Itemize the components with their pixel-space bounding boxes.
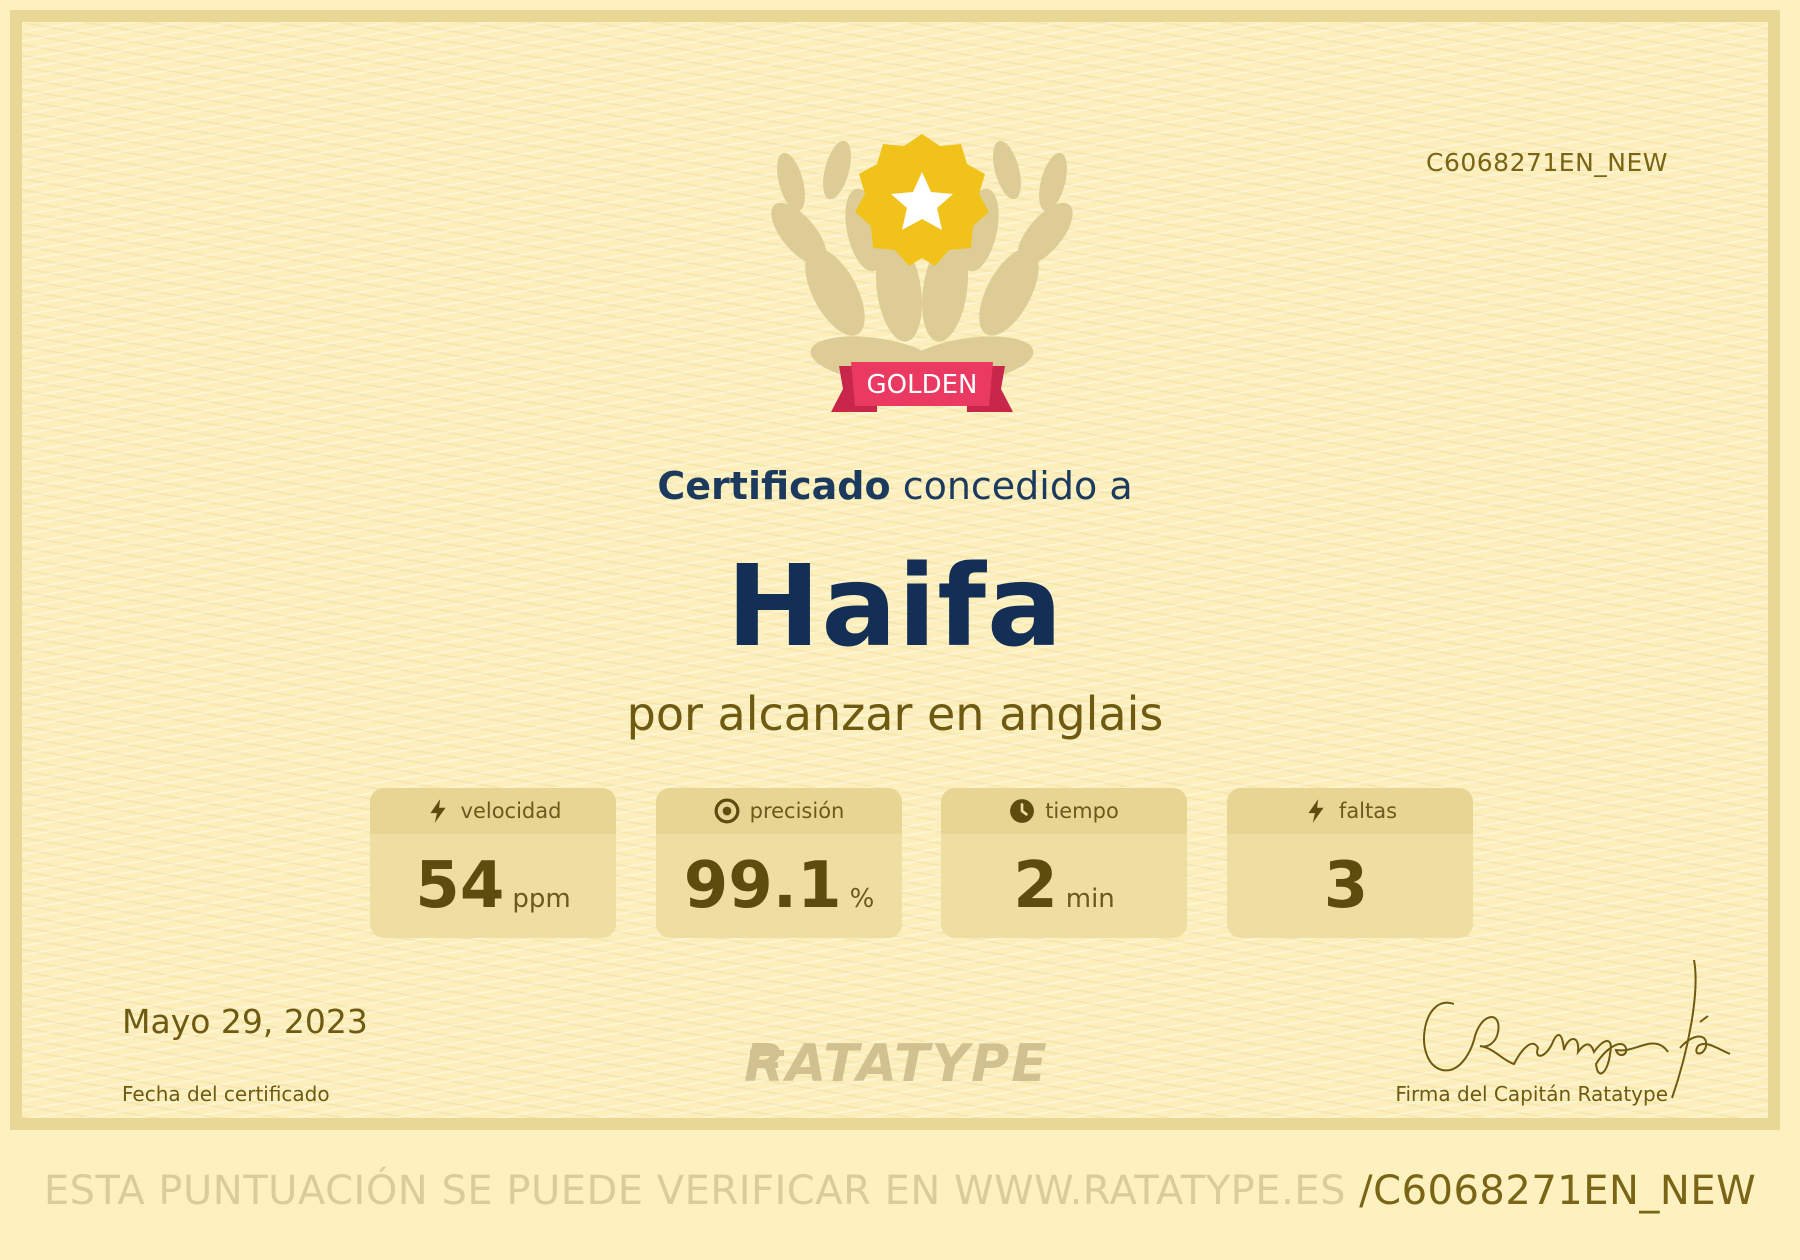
ratatype-logo: RATATYPE [744, 1034, 1049, 1094]
stat-label: tiempo [1045, 799, 1119, 823]
stat-label: velocidad [460, 799, 562, 823]
stat-body: 3 [1227, 834, 1473, 938]
stat-errors: faltas 3 [1227, 788, 1473, 938]
stat-body: 54 ppm [370, 834, 616, 938]
clock-icon [1010, 799, 1035, 823]
stat-header: tiempo [941, 788, 1187, 834]
certificate-id: C6068271EN_NEW [1425, 148, 1668, 177]
certificate-frame: C6068271EN_NEW GOLDEN Certificado conced… [10, 10, 1780, 1130]
verification-notice: ESTA PUNTUACIÓN SE PUEDE VERIFICAR EN WW… [0, 1168, 1800, 1214]
stat-time: tiempo 2 min [941, 788, 1187, 938]
stat-unit: % [849, 884, 875, 914]
heading-rest: concedido a [890, 464, 1133, 508]
captain-signature-icon [1423, 959, 1731, 1099]
stats-row: velocidad 54 ppm precisión 99.1 % tiempo [370, 788, 1474, 940]
heading-bold: Certificado [657, 464, 891, 508]
lightning-icon [1308, 799, 1324, 823]
certificate-date-label: Fecha del certificado [122, 1082, 330, 1106]
verification-code: /C6068271EN_NEW [1359, 1168, 1757, 1214]
stat-label: faltas [1338, 799, 1398, 823]
target-icon [714, 798, 740, 824]
stat-header: faltas [1227, 788, 1473, 834]
lightning-icon [429, 799, 446, 823]
stat-header: velocidad [370, 788, 616, 834]
achievement-subtitle: por alcanzar en anglais [626, 687, 1164, 741]
recipient-name: Haifa [726, 542, 1064, 672]
stat-unit: min [1065, 884, 1115, 914]
golden-award-emblem: GOLDEN [771, 134, 1073, 412]
stat-speed: velocidad 54 ppm [370, 788, 616, 938]
stat-value: 99.1 [683, 849, 842, 923]
stat-body: 99.1 % [656, 834, 902, 938]
stat-value: 3 [1323, 849, 1369, 923]
stat-value: 2 [1013, 849, 1058, 923]
stat-unit: ppm [512, 884, 571, 914]
stat-label: precisión [749, 799, 845, 823]
certificate-heading: Certificado concedido a [22, 464, 1768, 508]
stat-value: 54 [415, 849, 505, 923]
stat-header: precisión [656, 788, 902, 834]
gold-star-badge-icon [855, 134, 989, 266]
verification-prefix: ESTA PUNTUACIÓN SE PUEDE VERIFICAR EN WW… [43, 1168, 1360, 1214]
certificate-date: Mayo 29, 2023 [122, 1002, 368, 1041]
stat-body: 2 min [941, 834, 1187, 938]
signature-label: Firma del Capitán Ratatype [1395, 1082, 1668, 1106]
stat-accuracy: precisión 99.1 % [656, 788, 902, 938]
badge-label: GOLDEN [867, 370, 978, 400]
